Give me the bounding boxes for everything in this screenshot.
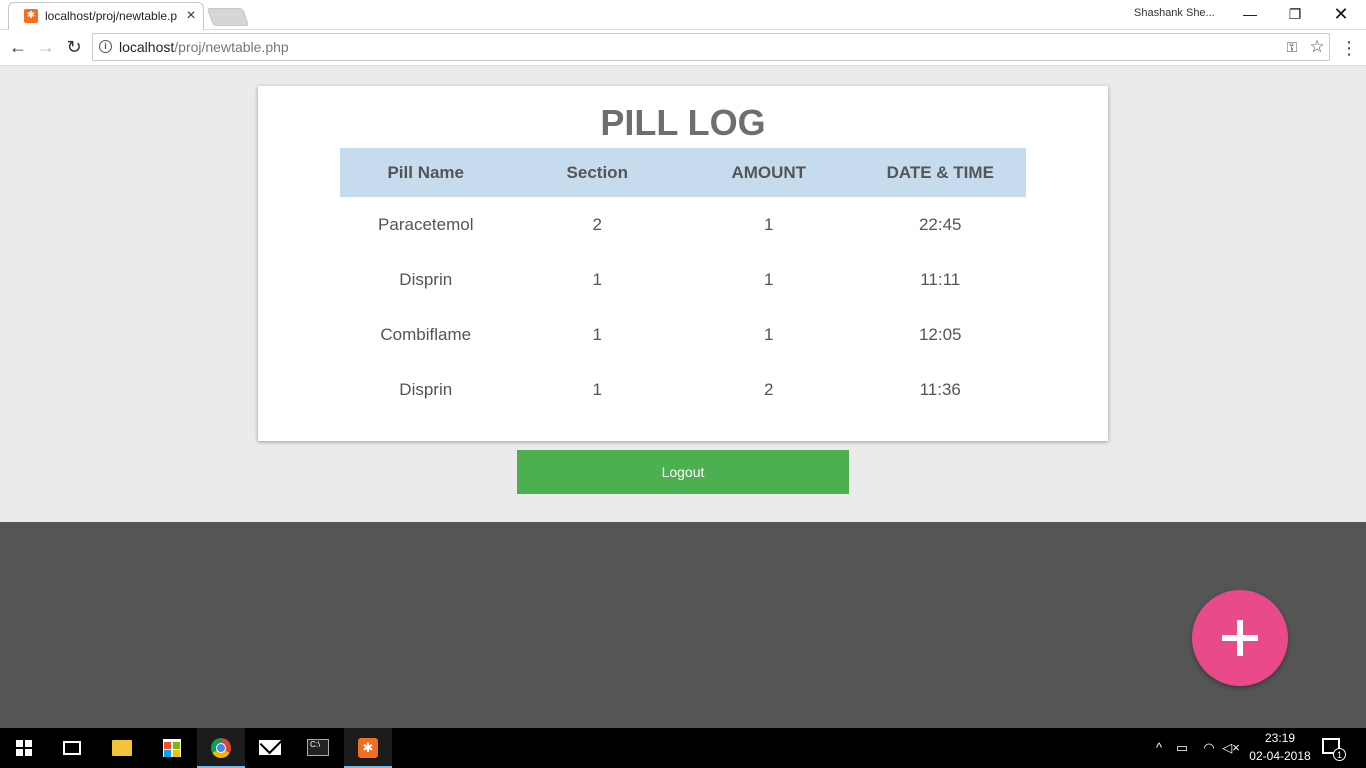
add-pill-fab-button[interactable] xyxy=(1192,590,1288,686)
forward-button[interactable]: → xyxy=(34,35,58,59)
maximize-button[interactable]: ❐ xyxy=(1272,0,1318,28)
browser-titlebar: ✱ localhost/proj/newtable.p × Shashank S… xyxy=(0,0,1366,30)
minimize-button[interactable]: — xyxy=(1227,0,1273,28)
battery-icon[interactable]: ▭ xyxy=(1172,728,1192,768)
logout-button[interactable]: Logout xyxy=(517,450,849,494)
clock-date[interactable]: 02-04-2018 xyxy=(1244,749,1316,763)
table-row: Combiflame 1 1 12:05 xyxy=(340,307,1026,362)
cell-amount: 1 xyxy=(764,214,774,234)
xampp-taskbar-button[interactable]: ✱ xyxy=(344,728,392,768)
menu-icon[interactable]: ⋮ xyxy=(1340,36,1358,60)
windows-logo-icon xyxy=(16,740,32,756)
notification-count-badge: 1 xyxy=(1333,748,1346,761)
volume-muted-icon[interactable]: ◁× xyxy=(1220,728,1242,768)
address-bar[interactable]: i localhost/proj/newtable.php ⚿ ☆ xyxy=(92,33,1330,61)
store-button[interactable] xyxy=(148,728,196,768)
cell-section: 1 xyxy=(592,269,602,289)
cell-section: 2 xyxy=(592,214,602,234)
url-path: /proj/newtable.php xyxy=(174,39,289,55)
new-tab-button[interactable] xyxy=(206,8,250,26)
command-prompt-icon: C:\ xyxy=(307,739,329,756)
url-host: localhost xyxy=(119,39,175,55)
cell-date-time: 11:36 xyxy=(919,379,961,399)
windows-taskbar: C:\ ✱ ^ ▭ ◠ ◁× 23:19 02-04-2018 1 xyxy=(0,728,1366,768)
cell-pill-name: Disprin xyxy=(399,379,453,399)
pill-log-table: Pill Name Section AMOUNT DATE & TIME Par… xyxy=(340,148,1026,417)
start-button[interactable] xyxy=(0,728,48,768)
task-view-button[interactable] xyxy=(48,728,96,768)
mail-button[interactable] xyxy=(246,728,294,768)
tab-title: localhost/proj/newtable.p xyxy=(45,9,177,23)
browser-toolbar: ← → ↻ i localhost/proj/newtable.php ⚿ ☆ … xyxy=(0,30,1366,66)
tray-chevron-icon[interactable]: ^ xyxy=(1150,728,1168,768)
table-header-row: Pill Name Section AMOUNT DATE & TIME xyxy=(340,148,1026,197)
back-button[interactable]: ← xyxy=(6,35,30,59)
cell-date-time: 11:11 xyxy=(920,269,961,289)
task-view-icon xyxy=(63,741,81,755)
cell-date-time: 12:05 xyxy=(918,324,962,344)
tab-close-icon[interactable]: × xyxy=(183,7,199,25)
key-icon[interactable]: ⚿ xyxy=(1283,38,1301,56)
clock-time[interactable]: 23:19 xyxy=(1252,731,1308,745)
cell-date-time: 22:45 xyxy=(918,214,962,234)
cell-section: 1 xyxy=(592,324,602,344)
file-explorer-button[interactable] xyxy=(98,728,146,768)
xampp-favicon-icon: ✱ xyxy=(24,9,38,23)
cell-pill-name: Combiflame xyxy=(380,324,472,344)
cell-amount: 1 xyxy=(764,269,774,289)
wifi-icon[interactable]: ◠ xyxy=(1198,728,1220,768)
profile-name[interactable]: Shashank She... xyxy=(1134,7,1214,23)
pill-log-card: PILL LOG Pill Name Section AMOUNT DATE &… xyxy=(258,86,1108,441)
table-row: Paracetemol 2 1 22:45 xyxy=(340,197,1026,252)
table-row: Disprin 1 2 11:36 xyxy=(340,362,1026,417)
cell-amount: 1 xyxy=(764,324,774,344)
browser-tab[interactable]: ✱ localhost/proj/newtable.p × xyxy=(8,2,204,30)
cell-pill-name: Paracetemol xyxy=(378,214,474,234)
close-window-button[interactable]: ✕ xyxy=(1318,0,1364,28)
cell-section: 1 xyxy=(592,379,602,399)
xampp-icon: ✱ xyxy=(358,738,378,758)
chrome-icon xyxy=(211,738,231,758)
table-row: Disprin 1 1 11:11 xyxy=(340,252,1026,307)
chrome-taskbar-button[interactable] xyxy=(197,728,245,768)
column-header-pill-name: Pill Name xyxy=(387,162,465,182)
folder-icon xyxy=(112,740,132,756)
mail-icon xyxy=(259,740,281,755)
column-header-amount: AMOUNT xyxy=(731,162,807,182)
reload-button[interactable]: ↻ xyxy=(62,35,86,59)
command-prompt-button[interactable]: C:\ xyxy=(294,728,342,768)
column-header-section: Section xyxy=(566,162,628,182)
star-icon[interactable]: ☆ xyxy=(1307,37,1327,57)
cell-pill-name: Disprin xyxy=(399,269,453,289)
store-icon xyxy=(163,739,181,757)
page-viewport: PILL LOG Pill Name Section AMOUNT DATE &… xyxy=(0,66,1366,728)
page-title: PILL LOG xyxy=(600,102,766,143)
footer-area xyxy=(0,522,1366,728)
cell-amount: 2 xyxy=(764,379,774,399)
url-text[interactable]: localhost/proj/newtable.php xyxy=(119,39,289,55)
column-header-date-time: DATE & TIME xyxy=(886,162,994,182)
info-icon[interactable]: i xyxy=(99,40,112,53)
